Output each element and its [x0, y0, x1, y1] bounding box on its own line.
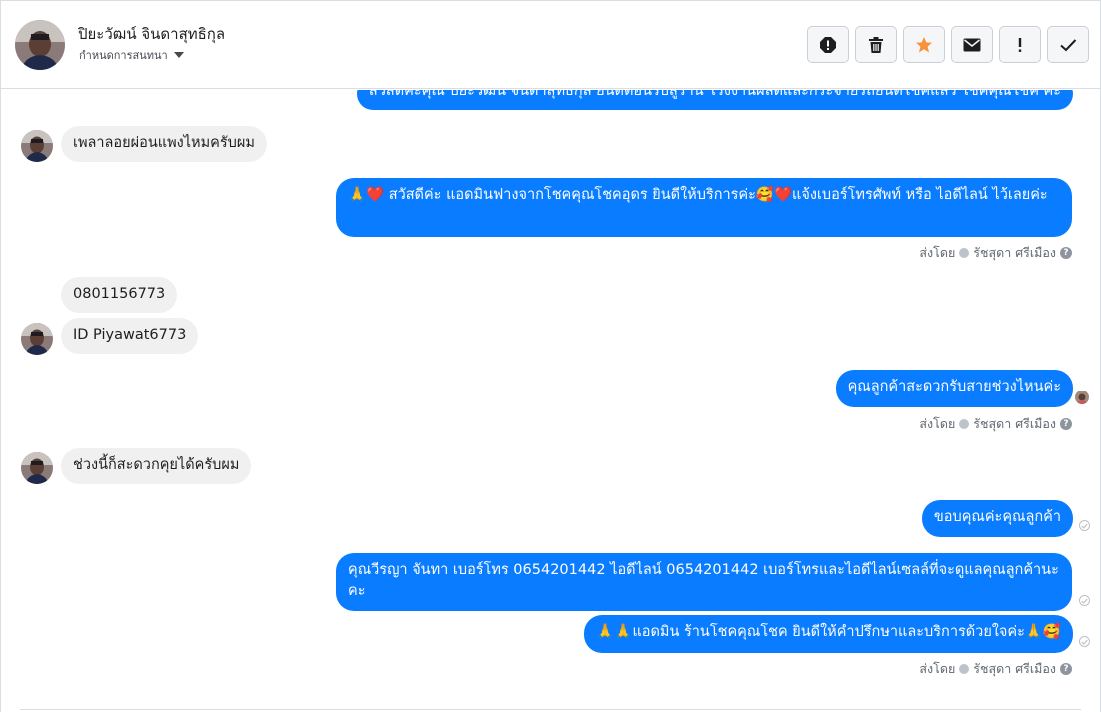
- caret-down-icon: [173, 52, 184, 58]
- message-text: 🙏❤️ สวัสดีค่ะ แอดมินฟางจากโชคคุณโชคอุดร …: [348, 187, 1048, 203]
- agent-avatar-icon: [959, 419, 970, 429]
- sent-by-agent: รัชสุดา ศรีเมือง: [973, 661, 1056, 676]
- star-icon: [916, 36, 932, 52]
- composer-divider: [20, 709, 1081, 710]
- incoming-message[interactable]: ID Piyawat6773: [61, 318, 199, 354]
- message-text: สวัสดีค่ะคุณ ปิยะวัฒน์ จินดาสุทธิกุล ยิน…: [368, 90, 1061, 99]
- outgoing-message[interactable]: 🙏🙏แอดมิน ร้านโชคคุณโชค ยินดีให้คำปรึกษาแ…: [584, 615, 1073, 653]
- message-list: สวัสดีค่ะคุณ ปิยะวัฒน์ จินดาสุทธิกุล ยิน…: [1, 90, 1100, 710]
- help-icon[interactable]: ?: [1060, 247, 1072, 259]
- mark-spam-button[interactable]: [807, 26, 849, 63]
- message-text: ID Piyawat6773: [73, 327, 187, 343]
- message-text: คุณลูกค้าสะดวกรับสายช่วงไหนค่ะ: [847, 379, 1061, 395]
- help-icon[interactable]: ?: [1060, 418, 1072, 430]
- sent-by-prefix: ส่งโดย: [919, 416, 956, 431]
- message-text: เพลาลอยผ่อนแพงไหมครับผม: [73, 135, 255, 151]
- sent-check-icon: [1079, 636, 1090, 647]
- star-button[interactable]: [903, 26, 945, 63]
- sent-by-prefix: ส่งโดย: [919, 661, 956, 676]
- mail-icon: [963, 38, 981, 51]
- message-text: 0801156773: [73, 286, 166, 302]
- outgoing-message[interactable]: สวัสดีค่ะคุณ ปิยะวัฒน์ จินดาสุทธิกุล ยิน…: [356, 90, 1073, 110]
- mark-done-button[interactable]: [1047, 26, 1089, 63]
- sent-by-label: ส่งโดย รัชสุดา ศรีเมือง ?: [919, 243, 1072, 263]
- agent-avatar-icon: [959, 664, 970, 674]
- sent-by-prefix: ส่งโดย: [919, 245, 956, 260]
- message-text: ขอบคุณค่ะคุณลูกค้า: [933, 509, 1061, 525]
- sent-by-label: ส่งโดย รัชสุดา ศรีเมือง ?: [919, 659, 1072, 679]
- mark-unread-button[interactable]: [951, 26, 993, 63]
- incoming-message[interactable]: 0801156773: [61, 277, 178, 313]
- sent-check-icon: [1079, 595, 1090, 606]
- sent-by-agent: รัชสุดา ศรีเมือง: [973, 416, 1056, 431]
- message-text: ช่วงนี้ก็สะดวกคุยได้ครับผม: [73, 457, 240, 473]
- outgoing-message[interactable]: คุณวีรญา จันทา เบอร์โทร 0654201442 ไอดีไ…: [336, 553, 1072, 611]
- seen-avatar: [1075, 390, 1089, 404]
- assign-conversation-dropdown[interactable]: กำหนดการสนทนา: [79, 46, 184, 64]
- conversation-header: ปิยะวัฒน์ จินดาสุทธิกุล กำหนดการสนทนา: [1, 1, 1100, 89]
- assign-label: กำหนดการสนทนา: [79, 49, 168, 62]
- agent-avatar-icon: [959, 248, 970, 258]
- outgoing-message[interactable]: ขอบคุณค่ะคุณลูกค้า: [921, 500, 1073, 537]
- contact-avatar-small[interactable]: [21, 323, 53, 355]
- contact-avatar-small[interactable]: [21, 452, 53, 484]
- contact-avatar-small[interactable]: [21, 130, 53, 162]
- outgoing-message[interactable]: 🙏❤️ สวัสดีค่ะ แอดมินฟางจากโชคคุณโชคอุดร …: [336, 178, 1072, 237]
- help-icon[interactable]: ?: [1060, 663, 1072, 675]
- trash-icon: [869, 36, 883, 53]
- conversation-actions: [807, 26, 1089, 63]
- incoming-message[interactable]: ช่วงนี้ก็สะดวกคุยได้ครับผม: [61, 448, 252, 484]
- message-text: คุณวีรญา จันทา เบอร์โทร 0654201442 ไอดีไ…: [348, 562, 1059, 599]
- message-text: 🙏🙏แอดมิน ร้านโชคคุณโชค ยินดีให้คำปรึกษาแ…: [596, 624, 1061, 640]
- spam-icon: [820, 36, 836, 53]
- contact-name: ปิยะวัฒน์ จินดาสุทธิกุล: [78, 25, 226, 43]
- outgoing-message[interactable]: คุณลูกค้าสะดวกรับสายช่วงไหนค่ะ: [835, 370, 1073, 407]
- follow-up-button[interactable]: [999, 26, 1041, 63]
- sent-by-agent: รัชสุดา ศรีเมือง: [973, 245, 1056, 260]
- sent-check-icon: [1079, 520, 1090, 531]
- contact-avatar[interactable]: [15, 20, 65, 70]
- sent-by-label: ส่งโดย รัชสุดา ศรีเมือง ?: [919, 414, 1072, 434]
- important-icon: [1018, 37, 1022, 52]
- done-icon: [1060, 38, 1077, 51]
- delete-button[interactable]: [855, 26, 897, 63]
- incoming-message[interactable]: เพลาลอยผ่อนแพงไหมครับผม: [61, 126, 267, 162]
